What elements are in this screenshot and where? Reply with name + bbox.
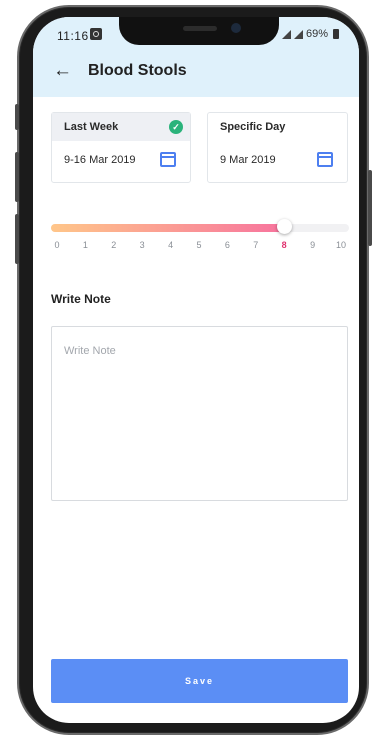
slider-fill (51, 224, 289, 232)
battery-icon (333, 29, 339, 39)
scale-tick-label: 6 (224, 240, 230, 250)
check-circle-icon: ✓ (169, 120, 183, 134)
note-label: Write Note (51, 292, 111, 306)
mute-switch (15, 104, 19, 130)
volume-up-button (15, 152, 19, 202)
scale-tick-label: 9 (310, 240, 316, 250)
volume-down-button (15, 214, 19, 264)
battery-percent: 69% (305, 28, 328, 40)
status-indicators: 69% (281, 28, 339, 40)
scale-tick-label: 3 (139, 240, 145, 250)
notch (119, 17, 279, 45)
last-week-option[interactable]: Last Week ✓ 9-16 Mar 2019 (51, 112, 191, 183)
scale-tick-label: 0 (54, 240, 60, 250)
option-value: 9 Mar 2019 (220, 154, 276, 166)
back-arrow-icon[interactable]: ← (53, 61, 73, 81)
app-notification-icon (90, 28, 102, 40)
calendar-icon[interactable] (317, 152, 333, 167)
option-label: Specific Day (220, 121, 286, 133)
scale-tick-label: 2 (111, 240, 117, 250)
slider-track (51, 224, 349, 232)
specific-day-option[interactable]: Specific Day 9 Mar 2019 (207, 112, 348, 183)
speaker-grille (183, 26, 217, 31)
scale-tick-label: 10 (335, 240, 347, 250)
option-value-row: 9 Mar 2019 (208, 141, 347, 167)
option-value-row: 9-16 Mar 2019 (52, 141, 190, 167)
save-button[interactable]: Save (51, 659, 348, 703)
signal-icon (281, 29, 291, 39)
option-header: Specific Day (208, 113, 347, 141)
front-camera (231, 23, 241, 33)
scale-tick-label: 7 (253, 240, 259, 250)
page-title: Blood Stools (88, 62, 187, 79)
option-header: Last Week ✓ (52, 113, 190, 141)
scale-tick-label: 5 (196, 240, 202, 250)
calendar-icon[interactable] (160, 152, 176, 167)
scale-tick-label: 4 (168, 240, 174, 250)
screen: 11:16 69% ← Blood Stools Last Week ✓ 9-1… (33, 17, 359, 723)
status-time: 11:16 (57, 29, 89, 43)
scale-tick-label: 1 (82, 240, 88, 250)
signal-icon (293, 29, 303, 39)
slider-scale-labels: 0 1 2 3 4 5 6 7 8 9 10 (51, 240, 349, 254)
severity-slider[interactable] (51, 219, 349, 234)
power-button (368, 170, 372, 246)
option-label: Last Week (64, 121, 119, 133)
note-input[interactable] (51, 326, 348, 501)
scale-tick-label: 8 (281, 240, 287, 250)
option-value: 9-16 Mar 2019 (64, 154, 136, 166)
